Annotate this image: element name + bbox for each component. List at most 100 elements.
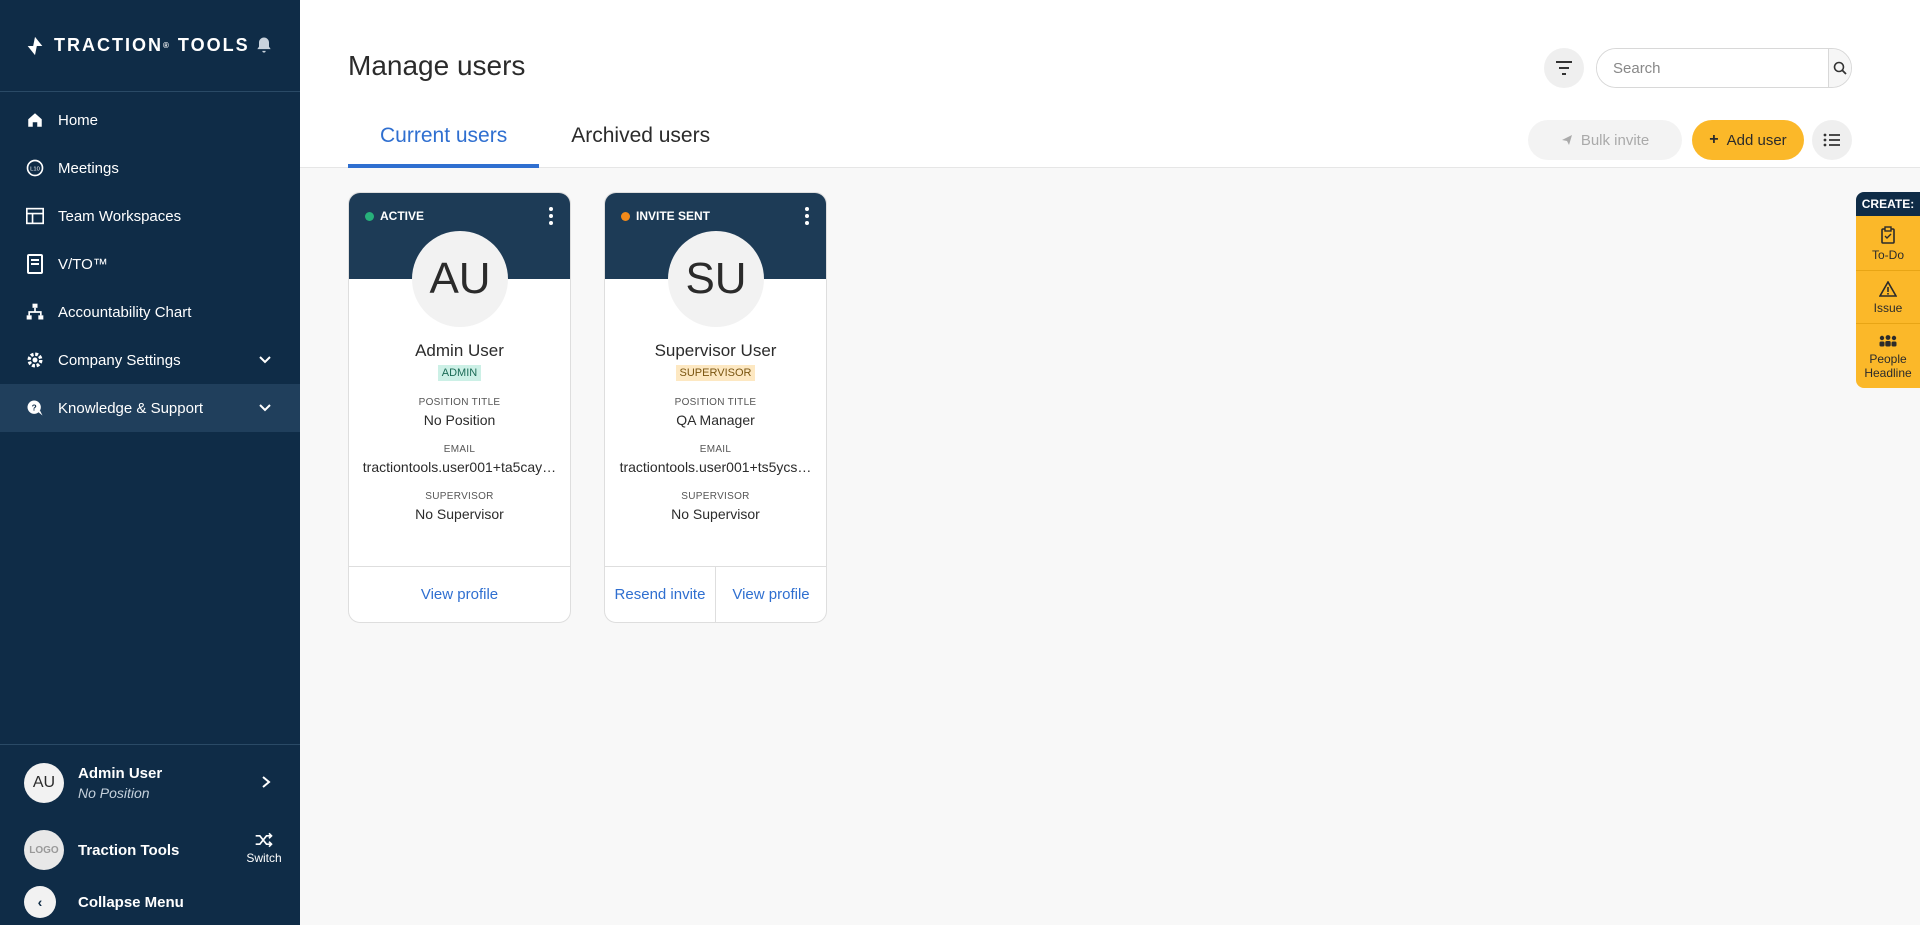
- chevron-left-icon: ‹: [24, 886, 56, 918]
- avatar: SU: [668, 231, 764, 327]
- list-view-button[interactable]: [1812, 120, 1852, 160]
- home-icon: [24, 109, 46, 131]
- create-todo-label: To-Do: [1871, 248, 1904, 262]
- card-actions: View profile: [349, 566, 570, 622]
- search-icon: [1833, 61, 1847, 75]
- nav-label: Company Settings: [58, 351, 181, 369]
- company-logo: LOGO: [24, 830, 64, 870]
- position-label: POSITION TITLE: [674, 397, 757, 408]
- create-todo-button[interactable]: To-Do: [1856, 216, 1920, 271]
- tab-current-users[interactable]: Current users: [348, 110, 540, 168]
- position-label: POSITION TITLE: [418, 397, 501, 408]
- gear-icon: [24, 349, 46, 371]
- svg-text:?: ?: [32, 403, 37, 413]
- create-issue-button[interactable]: Issue: [1856, 271, 1920, 324]
- card-actions: Resend invite View profile: [605, 566, 826, 622]
- role-badge: SUPERVISOR: [675, 365, 756, 381]
- chevron-down-icon: [259, 356, 271, 364]
- user-name: Supervisor User: [654, 341, 777, 360]
- plus-icon: +: [1709, 131, 1719, 148]
- user-card: ACTIVE AU Admin User ADMIN POSITION TITL…: [348, 192, 571, 623]
- warning-icon: [1879, 281, 1897, 297]
- supervisor-label: SUPERVISOR: [681, 491, 750, 502]
- bulk-invite-button[interactable]: Bulk invite: [1528, 120, 1682, 160]
- email-value: tractiontools.user001+ta5cay…: [362, 459, 557, 475]
- user-cards: ACTIVE AU Admin User ADMIN POSITION TITL…: [348, 192, 827, 623]
- send-icon: [1561, 135, 1572, 145]
- add-user-label: Add user: [1726, 131, 1787, 149]
- nav-item-team-workspaces[interactable]: Team Workspaces: [0, 192, 300, 240]
- workspace-icon: [24, 205, 46, 227]
- status-badge: INVITE SENT: [621, 209, 710, 223]
- nav-item-home[interactable]: Home: [0, 96, 300, 144]
- company-name: Traction Tools: [78, 841, 180, 859]
- search-input[interactable]: [1597, 49, 1828, 87]
- vto-document-icon: [24, 253, 46, 275]
- view-profile-link[interactable]: View profile: [349, 567, 570, 622]
- nav-item-knowledge-support[interactable]: ? Knowledge & Support: [0, 384, 300, 432]
- supervisor-value: No Supervisor: [415, 506, 504, 522]
- avatar: AU: [412, 231, 508, 327]
- people-icon: [1879, 335, 1897, 347]
- brand-suffix: TOOLS: [177, 35, 250, 55]
- user-card: INVITE SENT SU Supervisor User SUPERVISO…: [604, 192, 827, 623]
- nav-item-accountability-chart[interactable]: Accountability Chart: [0, 288, 300, 336]
- page-title: Manage users: [348, 50, 526, 81]
- collapse-menu[interactable]: ‹ Collapse Menu: [0, 879, 300, 925]
- sidebar-footer: AU Admin User No Position LOGO Traction …: [0, 744, 300, 925]
- collapse-label: Collapse Menu: [78, 893, 184, 911]
- nav-item-company-settings[interactable]: Company Settings: [0, 336, 300, 384]
- create-people-headline-button[interactable]: People Headline: [1856, 324, 1920, 388]
- clipboard-icon: [1881, 226, 1895, 244]
- view-profile-link[interactable]: View profile: [715, 567, 826, 622]
- email-label: EMAIL: [443, 444, 476, 455]
- meetings-icon: L10: [24, 157, 46, 179]
- tab-archived-users[interactable]: Archived users: [539, 110, 742, 168]
- main-nav: Home L10 Meetings Team Workspaces V/TO™ …: [0, 92, 300, 432]
- status-text: INVITE SENT: [636, 209, 711, 223]
- search-button[interactable]: [1828, 49, 1851, 87]
- nav-label: V/TO™: [58, 255, 108, 273]
- filter-icon: [1556, 61, 1572, 75]
- status-dot-icon: [621, 211, 630, 221]
- main-content: Manage users Current users Archived user…: [300, 0, 1920, 925]
- bell-icon[interactable]: [254, 34, 274, 56]
- chevron-right-icon: [262, 776, 271, 788]
- supervisor-value: No Supervisor: [671, 506, 760, 522]
- support-chat-icon: ?: [24, 397, 46, 419]
- nav-item-vto[interactable]: V/TO™: [0, 240, 300, 288]
- position-value: QA Manager: [676, 412, 755, 428]
- more-options-icon[interactable]: [804, 207, 810, 225]
- sidebar: TRACTION ® TOOLS Home L10 Meetings Team W…: [0, 0, 300, 925]
- create-people-headline-label: People Headline: [1864, 352, 1912, 380]
- logo-mark-icon: [27, 36, 43, 55]
- nav-label: Home: [58, 111, 99, 129]
- chevron-down-icon: [259, 404, 271, 412]
- brand-name: TRACTION: [54, 35, 163, 55]
- add-user-button[interactable]: + Add user: [1692, 120, 1804, 160]
- resend-invite-link[interactable]: Resend invite: [605, 567, 715, 622]
- filter-button[interactable]: [1544, 48, 1584, 88]
- card-body: Admin User ADMIN POSITION TITLE No Posit…: [349, 341, 570, 522]
- email-label: EMAIL: [699, 444, 732, 455]
- page-header: Manage users Current users Archived user…: [300, 0, 1920, 168]
- search-box: [1596, 48, 1852, 88]
- current-user-menu[interactable]: AU Admin User No Position: [0, 745, 300, 821]
- current-user-position: No Position: [78, 785, 150, 801]
- create-panel: CREATE: To-Do Issue People Headline: [1856, 192, 1920, 388]
- brand-header: TRACTION ® TOOLS: [0, 0, 300, 92]
- email-value: tractiontools.user001+ts5ycs…: [619, 459, 812, 475]
- switch-company-button[interactable]: Switch: [244, 831, 284, 865]
- avatar: AU: [24, 763, 64, 803]
- nav-label: Accountability Chart: [58, 303, 192, 321]
- brand-reg: ®: [163, 41, 171, 50]
- supervisor-label: SUPERVISOR: [425, 491, 494, 502]
- user-name: Admin User: [415, 341, 504, 360]
- nav-item-meetings[interactable]: L10 Meetings: [0, 144, 300, 192]
- traction-tools-logo[interactable]: TRACTION ® TOOLS: [24, 35, 250, 57]
- nav-label: Meetings: [58, 159, 119, 177]
- role-badge: ADMIN: [437, 365, 482, 381]
- more-options-icon[interactable]: [548, 207, 554, 225]
- list-view-icon: [1823, 133, 1840, 147]
- shuffle-icon: [255, 832, 273, 848]
